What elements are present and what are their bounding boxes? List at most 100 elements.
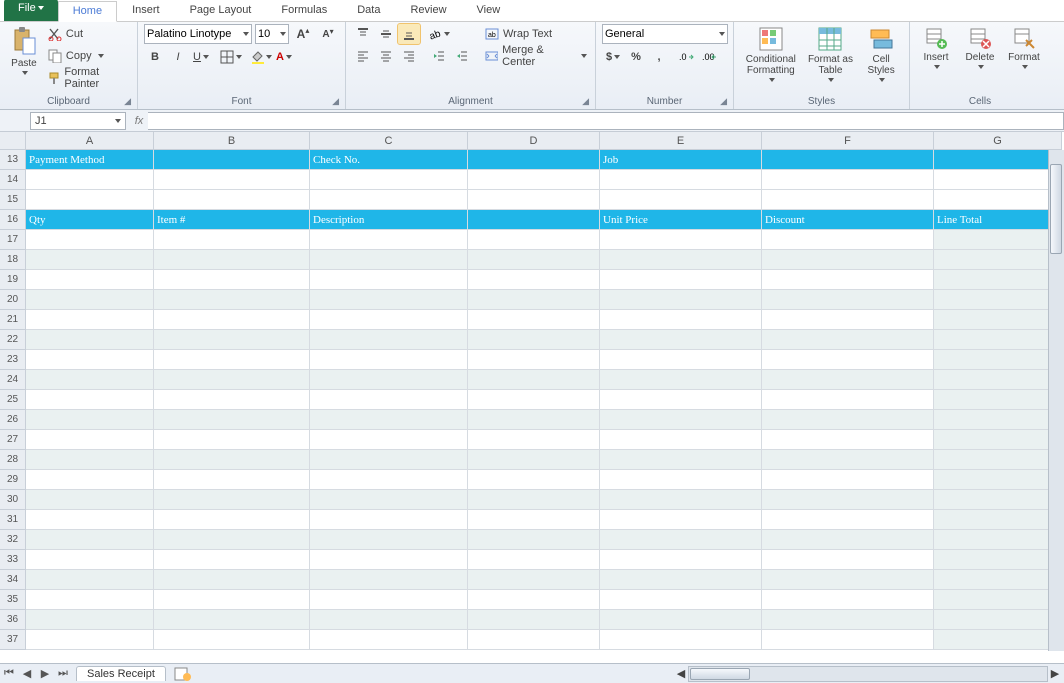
hscroll-right[interactable]: ▶: [1048, 667, 1062, 681]
cell-E17[interactable]: [600, 230, 762, 250]
italic-button[interactable]: I: [167, 47, 189, 67]
cell-F22[interactable]: [762, 330, 934, 350]
cell-E24[interactable]: [600, 370, 762, 390]
cell-F16[interactable]: Discount: [762, 210, 934, 230]
merge-center-button[interactable]: Merge & Center: [483, 46, 589, 66]
cell-A32[interactable]: [26, 530, 154, 550]
cell-E18[interactable]: [600, 250, 762, 270]
insert-cells-button[interactable]: Insert: [916, 24, 956, 90]
tab-home[interactable]: Home: [58, 1, 117, 22]
fill-color-button[interactable]: [250, 47, 272, 67]
alignment-dialog-launcher[interactable]: ◢: [582, 96, 589, 107]
font-name-combo[interactable]: [144, 24, 252, 44]
cell-A25[interactable]: [26, 390, 154, 410]
orientation-button[interactable]: ab: [428, 24, 450, 44]
row-header-36[interactable]: 36: [0, 610, 26, 630]
cell-G34[interactable]: [934, 570, 1062, 590]
row-header-14[interactable]: 14: [0, 170, 26, 190]
cell-A13[interactable]: Payment Method: [26, 150, 154, 170]
tab-formulas[interactable]: Formulas: [266, 0, 342, 21]
cell-C24[interactable]: [310, 370, 468, 390]
cell-B26[interactable]: [154, 410, 310, 430]
decrease-indent-button[interactable]: [428, 46, 450, 66]
cell-E30[interactable]: [600, 490, 762, 510]
cell-B18[interactable]: [154, 250, 310, 270]
cell-F21[interactable]: [762, 310, 934, 330]
cell-F36[interactable]: [762, 610, 934, 630]
align-top-button[interactable]: [352, 24, 374, 44]
cell-G35[interactable]: [934, 590, 1062, 610]
cell-A17[interactable]: [26, 230, 154, 250]
cell-D15[interactable]: [468, 190, 600, 210]
cell-B36[interactable]: [154, 610, 310, 630]
cell-E37[interactable]: [600, 630, 762, 650]
cell-E16[interactable]: Unit Price: [600, 210, 762, 230]
cell-D36[interactable]: [468, 610, 600, 630]
shrink-font-button[interactable]: A▾: [317, 24, 339, 44]
cell-D20[interactable]: [468, 290, 600, 310]
cell-F23[interactable]: [762, 350, 934, 370]
cell-E35[interactable]: [600, 590, 762, 610]
cell-F24[interactable]: [762, 370, 934, 390]
row-header-17[interactable]: 17: [0, 230, 26, 250]
column-header-B[interactable]: B: [154, 132, 310, 150]
cell-F18[interactable]: [762, 250, 934, 270]
row-header-15[interactable]: 15: [0, 190, 26, 210]
cell-A23[interactable]: [26, 350, 154, 370]
row-header-30[interactable]: 30: [0, 490, 26, 510]
cell-G20[interactable]: [934, 290, 1062, 310]
cell-F27[interactable]: [762, 430, 934, 450]
font-size-input[interactable]: [258, 28, 278, 40]
row-header-20[interactable]: 20: [0, 290, 26, 310]
cell-A36[interactable]: [26, 610, 154, 630]
cell-F28[interactable]: [762, 450, 934, 470]
cell-A30[interactable]: [26, 490, 154, 510]
cell-C36[interactable]: [310, 610, 468, 630]
column-header-C[interactable]: C: [310, 132, 468, 150]
cell-C35[interactable]: [310, 590, 468, 610]
cell-D24[interactable]: [468, 370, 600, 390]
clipboard-dialog-launcher[interactable]: ◢: [124, 96, 131, 107]
cell-B16[interactable]: Item #: [154, 210, 310, 230]
cell-B14[interactable]: [154, 170, 310, 190]
cell-C13[interactable]: Check No.: [310, 150, 468, 170]
cell-G21[interactable]: [934, 310, 1062, 330]
cell-G25[interactable]: [934, 390, 1062, 410]
cell-B24[interactable]: [154, 370, 310, 390]
cell-G26[interactable]: [934, 410, 1062, 430]
cell-G14[interactable]: [934, 170, 1062, 190]
format-painter-button[interactable]: Format Painter: [46, 68, 131, 88]
cell-C25[interactable]: [310, 390, 468, 410]
align-bottom-button[interactable]: [398, 24, 420, 44]
cell-E28[interactable]: [600, 450, 762, 470]
cell-B20[interactable]: [154, 290, 310, 310]
tab-insert[interactable]: Insert: [117, 0, 175, 21]
cell-A24[interactable]: [26, 370, 154, 390]
cell-B23[interactable]: [154, 350, 310, 370]
cell-F15[interactable]: [762, 190, 934, 210]
cell-A37[interactable]: [26, 630, 154, 650]
row-header-37[interactable]: 37: [0, 630, 26, 650]
cell-styles-button[interactable]: Cell Styles: [859, 24, 903, 90]
row-header-18[interactable]: 18: [0, 250, 26, 270]
row-header-34[interactable]: 34: [0, 570, 26, 590]
cell-D37[interactable]: [468, 630, 600, 650]
cell-C32[interactable]: [310, 530, 468, 550]
cell-G31[interactable]: [934, 510, 1062, 530]
new-sheet-button[interactable]: [172, 666, 194, 682]
tab-view[interactable]: View: [462, 0, 516, 21]
bold-button[interactable]: B: [144, 47, 166, 67]
select-all-button[interactable]: [0, 132, 26, 150]
sheet-nav-prev[interactable]: ◀: [18, 665, 36, 683]
vscroll-thumb[interactable]: [1050, 164, 1062, 254]
cell-D23[interactable]: [468, 350, 600, 370]
cell-A28[interactable]: [26, 450, 154, 470]
cell-A27[interactable]: [26, 430, 154, 450]
row-header-19[interactable]: 19: [0, 270, 26, 290]
sheet-nav-last[interactable]: ⏭: [54, 665, 72, 683]
cell-B19[interactable]: [154, 270, 310, 290]
cell-E19[interactable]: [600, 270, 762, 290]
cell-F29[interactable]: [762, 470, 934, 490]
insert-function-button[interactable]: fx: [130, 115, 148, 127]
cell-C23[interactable]: [310, 350, 468, 370]
